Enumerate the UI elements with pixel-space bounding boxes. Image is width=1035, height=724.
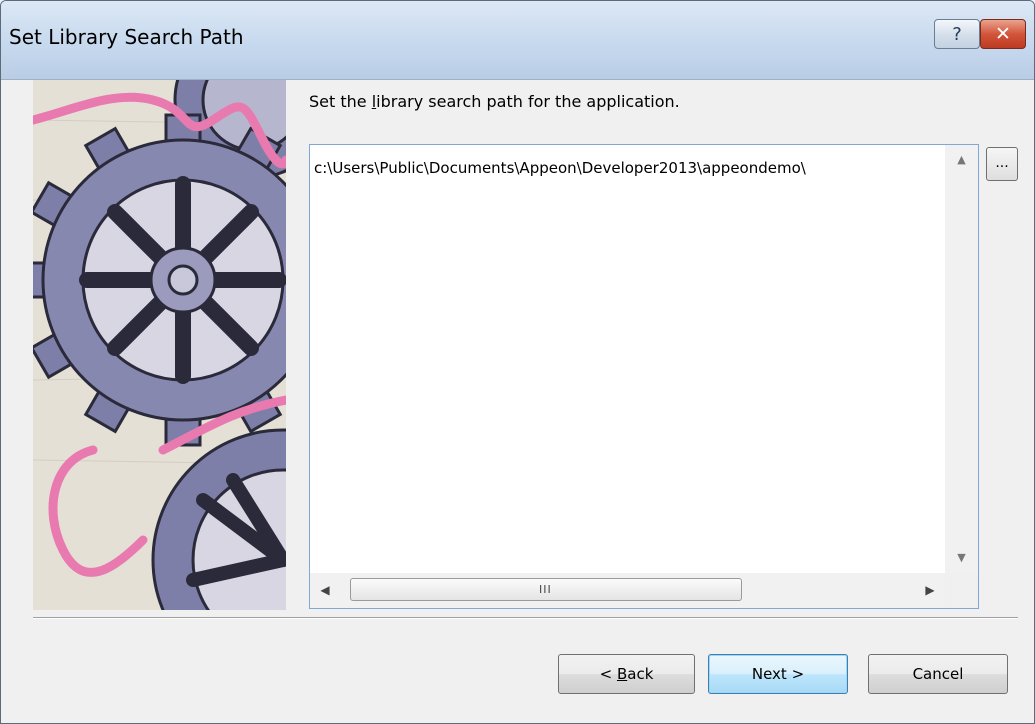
set-library-search-path-dialog: Set Library Search Path ? ✕ Set the libr… [0,0,1035,724]
instruction-text: Set the library search path for the appl… [309,92,680,111]
grip-icon: III [539,583,552,596]
close-icon: ✕ [995,23,1011,45]
title-bar[interactable]: Set Library Search Path ? ✕ [1,1,1034,80]
separator [33,617,1018,619]
scroll-up-arrow-icon[interactable]: ▲ [945,145,978,175]
instruction-text-part: Set the [309,92,372,111]
back-label-part: ack [627,665,654,683]
scroll-right-arrow-icon[interactable]: ▶ [915,573,945,608]
scroll-down-arrow-icon[interactable]: ▼ [945,543,978,573]
browse-button[interactable]: ... [986,147,1018,181]
close-button[interactable]: ✕ [980,19,1026,49]
horizontal-scroll-thumb[interactable]: III [350,578,742,601]
back-button[interactable]: < Back [558,654,695,694]
library-path-textarea[interactable]: c:\Users\Public\Documents\Appeon\Develop… [309,144,979,609]
help-button[interactable]: ? [934,19,980,49]
help-icon: ? [952,23,962,45]
next-button[interactable]: Next > [708,654,848,694]
instruction-text-part: ibrary search path for the application. [376,92,680,111]
back-accelerator: B [616,665,628,683]
back-label-part: < [599,665,617,683]
scrollbar-corner [945,573,978,608]
window-title: Set Library Search Path [9,25,244,49]
gears-illustration [33,80,286,610]
vertical-scrollbar[interactable]: ▲ ▼ [945,145,978,573]
cancel-button[interactable]: Cancel [868,654,1008,694]
dialog-content: Set the library search path for the appl… [1,80,1034,723]
library-path-value: c:\Users\Public\Documents\Appeon\Develop… [314,159,806,177]
scroll-left-arrow-icon[interactable]: ◀ [310,573,340,608]
horizontal-scrollbar[interactable]: ◀ III ▶ [310,573,945,608]
